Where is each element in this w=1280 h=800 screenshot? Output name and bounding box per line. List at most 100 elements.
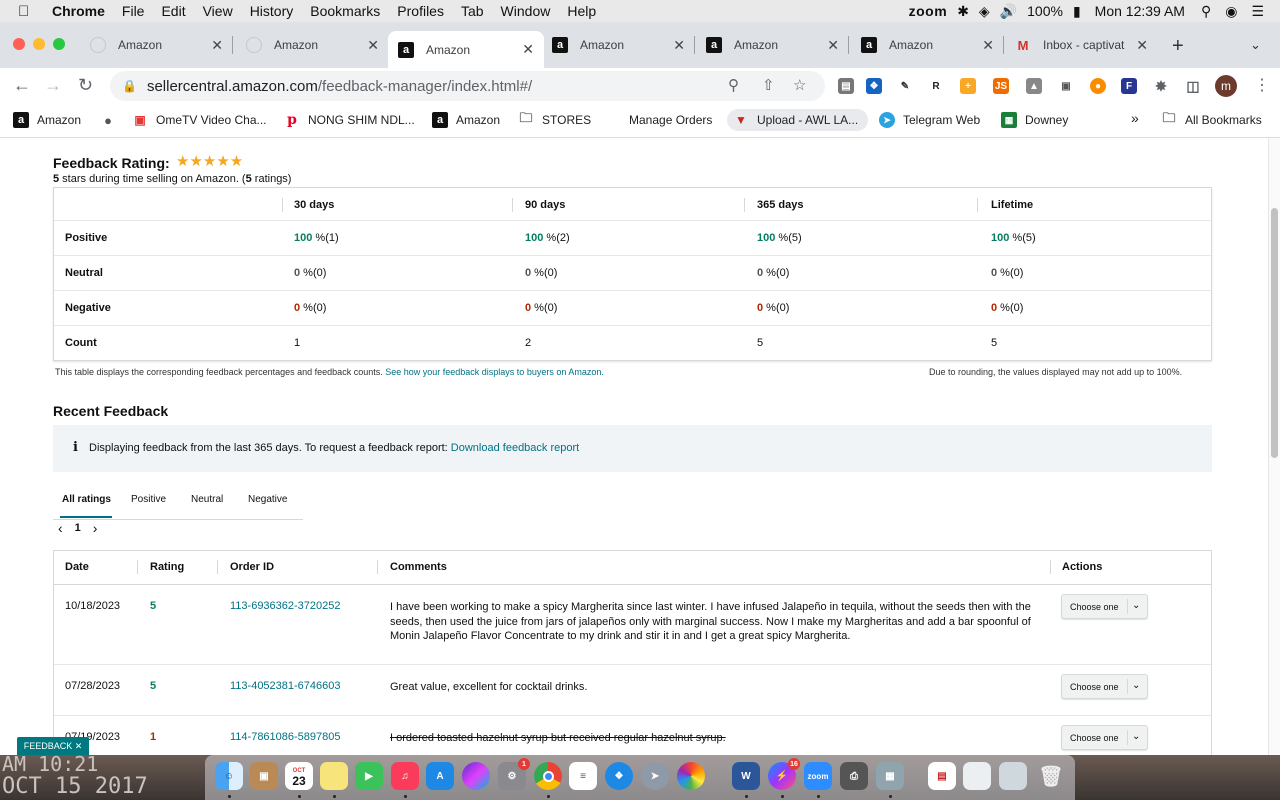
extension-off-orange-icon[interactable]: ▲ [1026,78,1042,94]
lock-icon[interactable]: 🔒 [122,79,137,93]
zoom-app-icon[interactable]: zoom [804,762,832,790]
order-id-link[interactable]: 113-4052381-6746603 [230,680,341,692]
tab-positive[interactable]: Positive [131,494,166,505]
menu-help[interactable]: Help [567,3,596,19]
download-feedback-report-link[interactable]: Download feedback report [451,442,579,454]
notes-box-icon[interactable]: ▣ [250,762,278,790]
extension-rs-icon[interactable]: R [928,78,944,94]
reload-icon[interactable]: ↻ [78,75,93,96]
bluetooth-icon[interactable]: ✱ [957,3,969,20]
trash-icon[interactable]: 🗑 [1037,762,1065,790]
calendar-icon[interactable]: OCT 23 [285,762,313,790]
side-panel-icon[interactable]: ◫ [1185,78,1201,94]
close-tab-icon[interactable]: ✕ [211,37,223,54]
profile-avatar[interactable]: m [1215,75,1237,97]
tab-gmail-inbox[interactable]: M Inbox - captivat ✕ [1005,30,1158,60]
finder-icon[interactable]: ☺ [215,762,243,790]
tab-amazon-active[interactable]: a Amazon ✕ [388,31,544,68]
tab-amazon-2[interactable]: Amazon ✕ [236,30,389,60]
tab-search-chevron-icon[interactable]: ⌄ [1250,37,1261,53]
clock[interactable]: Mon 12:39 AM [1095,3,1185,19]
prev-page-chevron-icon[interactable]: ‹ [58,520,63,536]
word-icon[interactable]: W [732,762,760,790]
battery-percent[interactable]: 100% [1027,3,1063,19]
extension-pen-icon[interactable]: ✎ [897,78,913,94]
new-tab-button[interactable]: + [1172,35,1184,58]
current-page[interactable]: 1 [75,522,81,534]
music-icon[interactable]: ♫ [391,762,419,790]
close-window-button[interactable] [13,38,25,50]
share-icon[interactable]: ⇧ [762,76,775,94]
order-id-link[interactable]: 113-6936362-3720252 [230,600,341,612]
system-preferences-icon[interactable]: ⚙ 1 [498,758,530,790]
close-tab-icon[interactable]: ✕ [1136,37,1148,54]
bookmark-star-icon[interactable]: ☆ [793,76,806,94]
tab-neutral[interactable]: Neutral [191,494,223,505]
action-dropdown[interactable]: Choose one ⌄ [1061,674,1148,699]
messenger-icon[interactable]: ⚡ 16 [768,758,800,790]
menu-file[interactable]: File [122,3,145,19]
tab-all-ratings[interactable]: All ratings [62,494,111,505]
tab-amazon-4[interactable]: a Amazon ✕ [542,30,695,60]
extension-orange-circle-icon[interactable]: ● [1090,78,1106,94]
tab-negative[interactable]: Negative [248,494,287,505]
menu-view[interactable]: View [203,3,233,19]
spotlight-icon[interactable]: ⚲ [1201,3,1211,20]
menu-edit[interactable]: Edit [161,3,185,19]
bookmark-ometv-video[interactable]: ▣ OmeTV Video Cha... [132,112,266,128]
facetime-icon[interactable]: ▶ [355,762,383,790]
bookmark-manage-orders[interactable]: Manage Orders [605,112,712,128]
scrollbar-thumb[interactable] [1271,208,1278,458]
close-tab-icon[interactable]: ✕ [367,37,379,54]
menu-window[interactable]: Window [501,3,551,19]
tab-amazon-6[interactable]: a Amazon ✕ [851,30,1004,60]
feedback-widget-button[interactable]: FEEDBACK ✕ [17,737,89,755]
recent-document-icon[interactable]: ▤ [928,762,956,790]
siri-dock-icon[interactable] [462,762,490,790]
chrome-icon[interactable] [534,762,562,790]
battery-icon[interactable]: ▮ [1073,3,1081,20]
all-bookmarks-button[interactable]: 🗀 All Bookmarks [1161,110,1261,128]
extension-f-icon[interactable]: F [1121,78,1137,94]
close-tab-icon[interactable]: ✕ [827,37,839,54]
preview-icon[interactable]: ▦ [876,762,904,790]
extension-off-icon[interactable]: ▤ [838,78,854,94]
bookmark-folder-stores[interactable]: 🗀 STORES [518,110,591,128]
volume-icon[interactable]: 🔊 [1000,3,1017,20]
action-dropdown[interactable]: Choose one ⌄ [1061,594,1148,619]
menu-profiles[interactable]: Profiles [397,3,444,19]
recent-screenshot-icon[interactable] [963,762,991,790]
close-tab-icon[interactable]: ✕ [982,37,994,54]
minimize-window-button[interactable] [33,38,45,50]
stickies-icon[interactable] [320,762,348,790]
page-scrollbar[interactable] [1268,138,1280,755]
extension-cube-icon[interactable]: ▣ [1058,78,1074,94]
recent-window-icon[interactable] [999,762,1027,790]
bookmark-downey[interactable]: ▦ Downey [1001,112,1068,128]
close-tab-icon[interactable]: ✕ [522,41,534,58]
order-id-link[interactable]: 114-7861086-5897805 [230,731,341,743]
action-dropdown[interactable]: Choose one ⌄ [1061,725,1148,750]
app-store-icon[interactable]: A [426,762,454,790]
bookmarks-overflow-button[interactable]: » [1131,110,1139,126]
menu-history[interactable]: History [250,3,294,19]
photos-icon[interactable] [677,762,705,790]
bookmark-upload-awl[interactable]: ▼ Upload - AWL LA... [727,109,869,131]
tab-amazon-1[interactable]: Amazon ✕ [80,30,233,60]
launchpad-icon[interactable]: ➤ [641,762,669,790]
see-buyer-display-link[interactable]: See how your feedback displays to buyers… [385,367,604,377]
extension-boost-icon[interactable]: + [960,78,976,94]
bookmark-nong-shim[interactable]: p NONG SHIM NDL... [284,112,415,128]
zoom-magnifier-icon[interactable]: ⚲ [728,76,739,94]
extensions-puzzle-icon[interactable]: ✸ [1153,78,1169,94]
wifi-icon[interactable]: ◈ [979,3,990,20]
control-center-icon[interactable]: ☰ [1251,3,1264,20]
address-bar[interactable]: 🔒 sellercentral.amazon.com /feedback-man… [110,71,825,101]
maximize-window-button[interactable] [53,38,65,50]
next-page-chevron-icon[interactable]: › [93,520,98,536]
siri-icon[interactable]: ◉ [1225,3,1237,20]
bookmark-amazon-2[interactable]: a Amazon [432,112,500,128]
reminders-icon[interactable]: ≡ [569,762,597,790]
menu-bookmarks[interactable]: Bookmarks [310,3,380,19]
more-menu-icon[interactable]: ⋮ [1254,75,1270,95]
